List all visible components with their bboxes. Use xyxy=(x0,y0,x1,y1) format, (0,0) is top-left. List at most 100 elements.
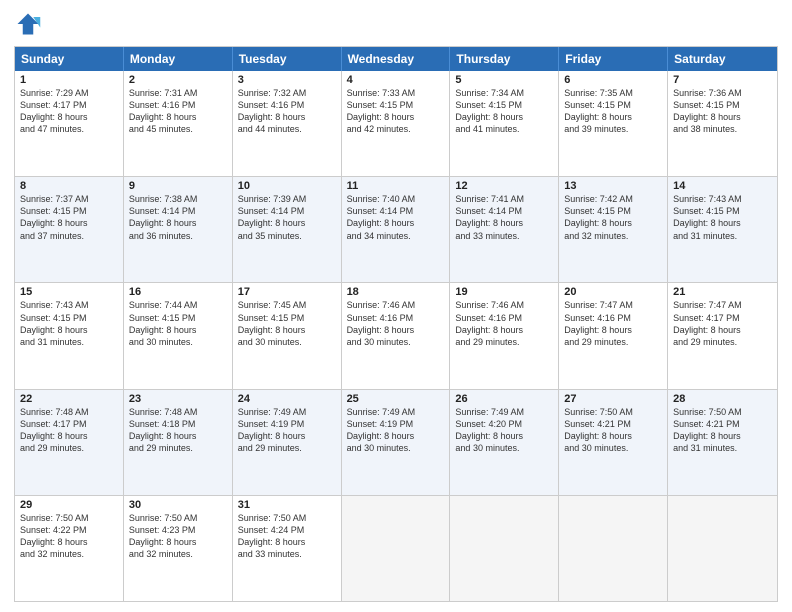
day-number: 18 xyxy=(347,286,445,298)
day-info: Sunrise: 7:39 AMSunset: 4:14 PMDaylight:… xyxy=(238,193,336,242)
empty-cell xyxy=(559,496,668,601)
day-cell-28: 28Sunrise: 7:50 AMSunset: 4:21 PMDayligh… xyxy=(668,390,777,495)
header-day-tuesday: Tuesday xyxy=(233,47,342,71)
day-info: Sunrise: 7:48 AMSunset: 4:18 PMDaylight:… xyxy=(129,406,227,455)
day-number: 15 xyxy=(20,286,118,298)
day-cell-30: 30Sunrise: 7:50 AMSunset: 4:23 PMDayligh… xyxy=(124,496,233,601)
day-cell-9: 9Sunrise: 7:38 AMSunset: 4:14 PMDaylight… xyxy=(124,177,233,282)
day-info: Sunrise: 7:48 AMSunset: 4:17 PMDaylight:… xyxy=(20,406,118,455)
day-number: 12 xyxy=(455,180,553,192)
day-info: Sunrise: 7:42 AMSunset: 4:15 PMDaylight:… xyxy=(564,193,662,242)
day-cell-20: 20Sunrise: 7:47 AMSunset: 4:16 PMDayligh… xyxy=(559,283,668,388)
logo-icon xyxy=(14,10,42,38)
day-info: Sunrise: 7:29 AMSunset: 4:17 PMDaylight:… xyxy=(20,87,118,136)
day-info: Sunrise: 7:31 AMSunset: 4:16 PMDaylight:… xyxy=(129,87,227,136)
day-info: Sunrise: 7:33 AMSunset: 4:15 PMDaylight:… xyxy=(347,87,445,136)
day-info: Sunrise: 7:49 AMSunset: 4:20 PMDaylight:… xyxy=(455,406,553,455)
day-number: 8 xyxy=(20,180,118,192)
day-info: Sunrise: 7:46 AMSunset: 4:16 PMDaylight:… xyxy=(455,299,553,348)
page: SundayMondayTuesdayWednesdayThursdayFrid… xyxy=(0,0,792,612)
day-info: Sunrise: 7:37 AMSunset: 4:15 PMDaylight:… xyxy=(20,193,118,242)
day-cell-31: 31Sunrise: 7:50 AMSunset: 4:24 PMDayligh… xyxy=(233,496,342,601)
day-number: 25 xyxy=(347,393,445,405)
day-info: Sunrise: 7:50 AMSunset: 4:22 PMDaylight:… xyxy=(20,512,118,561)
day-number: 9 xyxy=(129,180,227,192)
day-cell-26: 26Sunrise: 7:49 AMSunset: 4:20 PMDayligh… xyxy=(450,390,559,495)
day-info: Sunrise: 7:47 AMSunset: 4:17 PMDaylight:… xyxy=(673,299,772,348)
day-number: 21 xyxy=(673,286,772,298)
day-info: Sunrise: 7:34 AMSunset: 4:15 PMDaylight:… xyxy=(455,87,553,136)
header-day-monday: Monday xyxy=(124,47,233,71)
header-day-wednesday: Wednesday xyxy=(342,47,451,71)
day-info: Sunrise: 7:40 AMSunset: 4:14 PMDaylight:… xyxy=(347,193,445,242)
day-number: 14 xyxy=(673,180,772,192)
calendar-body: 1Sunrise: 7:29 AMSunset: 4:17 PMDaylight… xyxy=(15,71,777,601)
day-info: Sunrise: 7:35 AMSunset: 4:15 PMDaylight:… xyxy=(564,87,662,136)
day-number: 17 xyxy=(238,286,336,298)
day-info: Sunrise: 7:43 AMSunset: 4:15 PMDaylight:… xyxy=(20,299,118,348)
empty-cell xyxy=(342,496,451,601)
day-number: 26 xyxy=(455,393,553,405)
day-cell-24: 24Sunrise: 7:49 AMSunset: 4:19 PMDayligh… xyxy=(233,390,342,495)
day-cell-8: 8Sunrise: 7:37 AMSunset: 4:15 PMDaylight… xyxy=(15,177,124,282)
day-number: 30 xyxy=(129,499,227,511)
week-row-3: 15Sunrise: 7:43 AMSunset: 4:15 PMDayligh… xyxy=(15,283,777,389)
day-number: 20 xyxy=(564,286,662,298)
day-info: Sunrise: 7:43 AMSunset: 4:15 PMDaylight:… xyxy=(673,193,772,242)
week-row-5: 29Sunrise: 7:50 AMSunset: 4:22 PMDayligh… xyxy=(15,496,777,601)
day-number: 1 xyxy=(20,74,118,86)
week-row-1: 1Sunrise: 7:29 AMSunset: 4:17 PMDaylight… xyxy=(15,71,777,177)
day-info: Sunrise: 7:45 AMSunset: 4:15 PMDaylight:… xyxy=(238,299,336,348)
day-number: 24 xyxy=(238,393,336,405)
day-cell-14: 14Sunrise: 7:43 AMSunset: 4:15 PMDayligh… xyxy=(668,177,777,282)
day-info: Sunrise: 7:50 AMSunset: 4:23 PMDaylight:… xyxy=(129,512,227,561)
day-number: 16 xyxy=(129,286,227,298)
day-cell-27: 27Sunrise: 7:50 AMSunset: 4:21 PMDayligh… xyxy=(559,390,668,495)
day-number: 13 xyxy=(564,180,662,192)
day-info: Sunrise: 7:50 AMSunset: 4:24 PMDaylight:… xyxy=(238,512,336,561)
day-number: 4 xyxy=(347,74,445,86)
day-cell-4: 4Sunrise: 7:33 AMSunset: 4:15 PMDaylight… xyxy=(342,71,451,176)
day-info: Sunrise: 7:47 AMSunset: 4:16 PMDaylight:… xyxy=(564,299,662,348)
day-info: Sunrise: 7:50 AMSunset: 4:21 PMDaylight:… xyxy=(564,406,662,455)
day-info: Sunrise: 7:49 AMSunset: 4:19 PMDaylight:… xyxy=(347,406,445,455)
day-number: 3 xyxy=(238,74,336,86)
day-cell-2: 2Sunrise: 7:31 AMSunset: 4:16 PMDaylight… xyxy=(124,71,233,176)
empty-cell xyxy=(668,496,777,601)
day-number: 5 xyxy=(455,74,553,86)
day-cell-6: 6Sunrise: 7:35 AMSunset: 4:15 PMDaylight… xyxy=(559,71,668,176)
header-day-sunday: Sunday xyxy=(15,47,124,71)
day-number: 6 xyxy=(564,74,662,86)
day-cell-12: 12Sunrise: 7:41 AMSunset: 4:14 PMDayligh… xyxy=(450,177,559,282)
day-number: 23 xyxy=(129,393,227,405)
day-number: 29 xyxy=(20,499,118,511)
day-number: 7 xyxy=(673,74,772,86)
day-cell-15: 15Sunrise: 7:43 AMSunset: 4:15 PMDayligh… xyxy=(15,283,124,388)
day-number: 31 xyxy=(238,499,336,511)
day-info: Sunrise: 7:49 AMSunset: 4:19 PMDaylight:… xyxy=(238,406,336,455)
day-cell-5: 5Sunrise: 7:34 AMSunset: 4:15 PMDaylight… xyxy=(450,71,559,176)
day-info: Sunrise: 7:36 AMSunset: 4:15 PMDaylight:… xyxy=(673,87,772,136)
day-info: Sunrise: 7:41 AMSunset: 4:14 PMDaylight:… xyxy=(455,193,553,242)
day-cell-17: 17Sunrise: 7:45 AMSunset: 4:15 PMDayligh… xyxy=(233,283,342,388)
day-number: 27 xyxy=(564,393,662,405)
day-number: 11 xyxy=(347,180,445,192)
day-cell-22: 22Sunrise: 7:48 AMSunset: 4:17 PMDayligh… xyxy=(15,390,124,495)
day-cell-3: 3Sunrise: 7:32 AMSunset: 4:16 PMDaylight… xyxy=(233,71,342,176)
header xyxy=(14,10,778,38)
day-cell-1: 1Sunrise: 7:29 AMSunset: 4:17 PMDaylight… xyxy=(15,71,124,176)
calendar-header: SundayMondayTuesdayWednesdayThursdayFrid… xyxy=(15,47,777,71)
header-day-friday: Friday xyxy=(559,47,668,71)
day-info: Sunrise: 7:44 AMSunset: 4:15 PMDaylight:… xyxy=(129,299,227,348)
day-cell-18: 18Sunrise: 7:46 AMSunset: 4:16 PMDayligh… xyxy=(342,283,451,388)
day-info: Sunrise: 7:32 AMSunset: 4:16 PMDaylight:… xyxy=(238,87,336,136)
week-row-2: 8Sunrise: 7:37 AMSunset: 4:15 PMDaylight… xyxy=(15,177,777,283)
day-cell-11: 11Sunrise: 7:40 AMSunset: 4:14 PMDayligh… xyxy=(342,177,451,282)
calendar: SundayMondayTuesdayWednesdayThursdayFrid… xyxy=(14,46,778,602)
day-cell-21: 21Sunrise: 7:47 AMSunset: 4:17 PMDayligh… xyxy=(668,283,777,388)
day-cell-16: 16Sunrise: 7:44 AMSunset: 4:15 PMDayligh… xyxy=(124,283,233,388)
empty-cell xyxy=(450,496,559,601)
logo xyxy=(14,10,46,38)
day-cell-19: 19Sunrise: 7:46 AMSunset: 4:16 PMDayligh… xyxy=(450,283,559,388)
header-day-saturday: Saturday xyxy=(668,47,777,71)
